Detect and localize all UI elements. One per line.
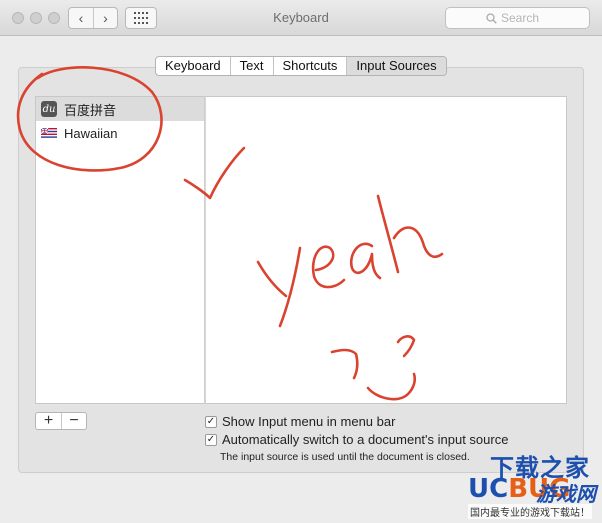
auto-switch-option[interactable]: ✓ Automatically switch to a document's i… [205, 432, 508, 447]
source-item-hawaiian[interactable]: Hawaiian [36, 121, 204, 145]
tab-bar: Keyboard Text Shortcuts Input Sources [155, 56, 447, 76]
hawaii-flag-icon [41, 127, 57, 139]
show-input-menu-option[interactable]: ✓ Show Input menu in menu bar [205, 414, 395, 429]
tab-shortcuts[interactable]: Shortcuts [272, 57, 347, 75]
search-input[interactable] [501, 11, 549, 25]
input-sources-list[interactable]: du 百度拼音 Hawaiian [35, 96, 205, 404]
source-item-label: Hawaiian [64, 125, 118, 141]
auto-switch-checkbox[interactable]: ✓ [205, 433, 217, 446]
source-item-label: 百度拼音 [64, 102, 117, 118]
add-remove-buttons: + − [35, 412, 87, 430]
tab-text[interactable]: Text [229, 57, 273, 75]
watermark-brand: UCBUG [468, 474, 570, 504]
input-source-note: The input source is used until the docum… [220, 451, 470, 463]
tab-input-sources[interactable]: Input Sources [346, 57, 446, 75]
search-icon [486, 12, 497, 24]
search-field[interactable] [445, 7, 590, 29]
show-input-menu-label: Show Input menu in menu bar [222, 414, 396, 429]
source-item-baidu-pinyin[interactable]: du 百度拼音 [36, 97, 204, 121]
du-icon: du [41, 101, 57, 117]
watermark-slogan: 国内最专业的游戏下载站！ [468, 504, 592, 519]
remove-source-button[interactable]: − [60, 413, 86, 429]
show-input-menu-checkbox[interactable]: ✓ [205, 415, 217, 428]
add-source-button[interactable]: + [36, 413, 61, 429]
watermark-brand-bug: BUG [508, 474, 571, 504]
tab-keyboard[interactable]: Keyboard [156, 57, 230, 75]
watermark-brand-uc: UC [468, 474, 509, 504]
title-bar: ‹ › Keyboard [0, 0, 602, 36]
watermark-game: 游戏网 [536, 482, 596, 506]
input-source-detail-panel [205, 96, 567, 404]
auto-switch-label: Automatically switch to a document's inp… [222, 432, 509, 447]
